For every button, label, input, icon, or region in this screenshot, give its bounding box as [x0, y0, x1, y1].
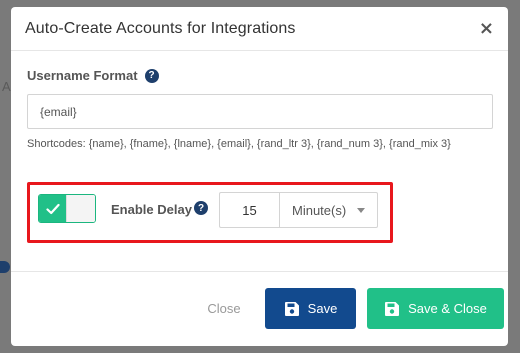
- enable-delay-toggle[interactable]: [38, 194, 96, 223]
- delay-amount-input[interactable]: [219, 192, 279, 228]
- caret-down-icon: [357, 208, 365, 213]
- question-circle-icon[interactable]: ?: [144, 68, 159, 83]
- save-and-close-button-label: Save & Close: [408, 301, 487, 316]
- save-button[interactable]: Save: [265, 288, 356, 329]
- floppy-disk-icon: [284, 301, 299, 316]
- modal-body: Username Format ? Shortcodes: {name}, {f…: [11, 68, 508, 150]
- delay-unit-select[interactable]: Minute(s): [279, 192, 378, 228]
- close-button-label: Close: [207, 301, 241, 316]
- modal-title: Auto-Create Accounts for Integrations: [25, 19, 296, 37]
- check-icon: [46, 203, 60, 214]
- modal-header: Auto-Create Accounts for Integrations ×: [11, 7, 508, 51]
- username-format-label: Username Format: [27, 68, 138, 83]
- toggle-knob: [66, 195, 95, 222]
- save-and-close-button[interactable]: Save & Close: [367, 288, 504, 329]
- shortcodes-help-text: Shortcodes: {name}, {fname}, {lname}, {e…: [27, 138, 451, 150]
- question-circle-icon[interactable]: ?: [194, 201, 208, 215]
- enable-delay-label: Enable Delay: [111, 202, 192, 217]
- save-button-label: Save: [307, 301, 338, 316]
- username-format-input[interactable]: [27, 94, 493, 129]
- floppy-disk-icon: [385, 301, 400, 316]
- auto-create-accounts-modal: Auto-Create Accounts for Integrations × …: [11, 7, 508, 346]
- close-button[interactable]: Close: [193, 288, 255, 329]
- backdrop-help-icon-fragment: [0, 261, 10, 273]
- delay-unit-value: Minute(s): [292, 202, 347, 218]
- footer-divider: [11, 271, 508, 272]
- username-format-label-row: Username Format ?: [27, 68, 492, 83]
- close-icon[interactable]: ×: [479, 19, 494, 38]
- toggle-on-segment: [39, 195, 67, 222]
